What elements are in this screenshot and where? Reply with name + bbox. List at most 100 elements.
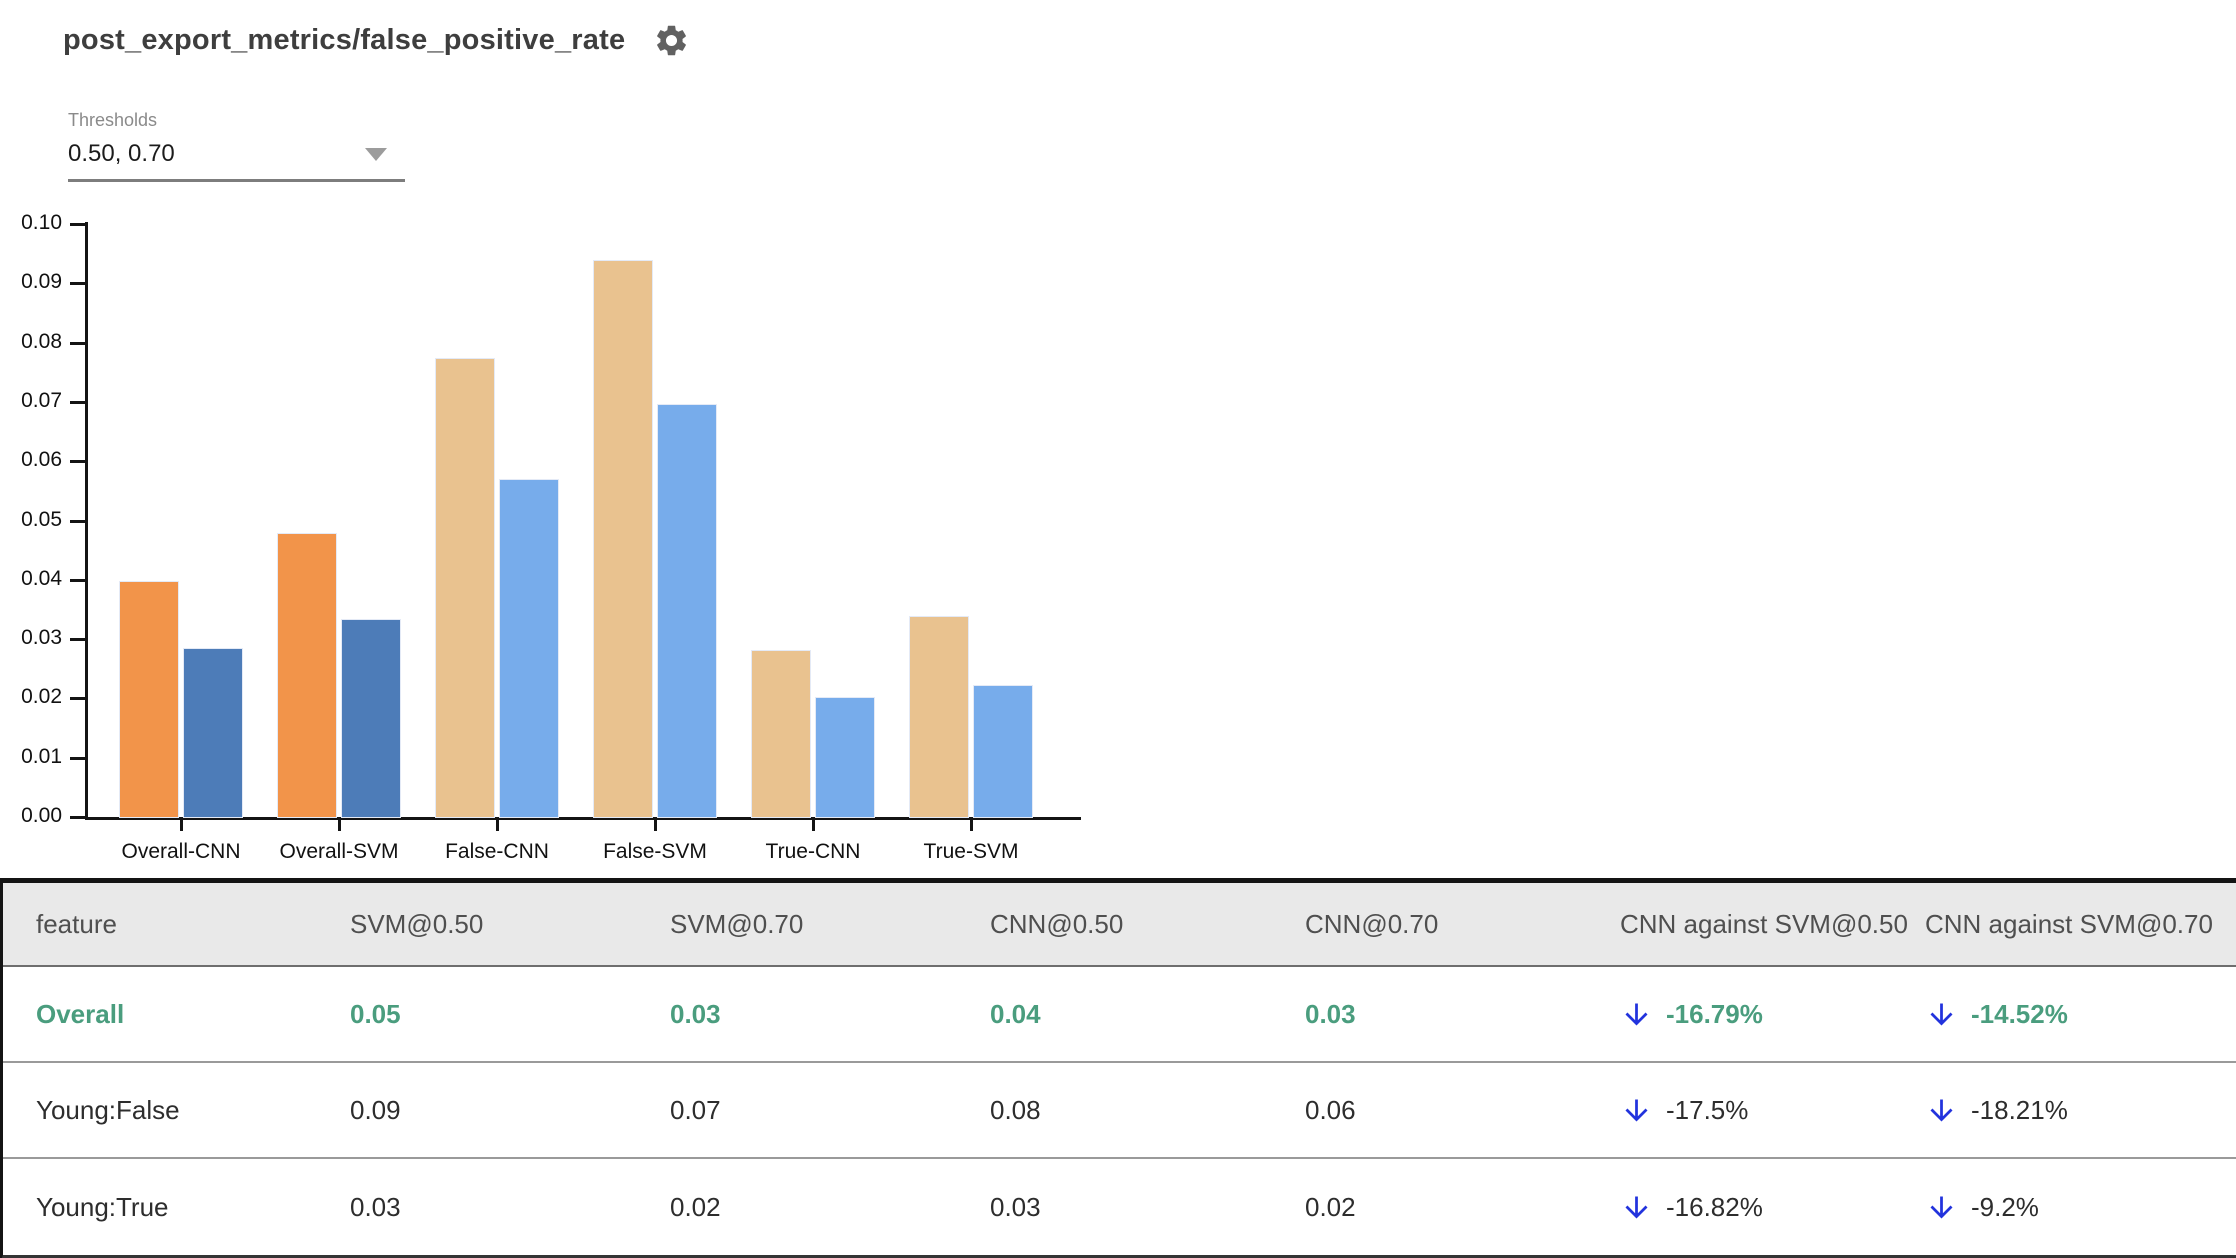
arrow-down-icon <box>1930 1003 1953 1025</box>
x-axis-tick <box>654 820 657 831</box>
comparison-value: -16.79% <box>1666 998 1763 1029</box>
x-axis-label-False-SVM: False-SVM <box>603 840 707 863</box>
column-header-cnn-070: CNN@0.70 <box>1305 908 1439 939</box>
x-axis-label-Overall-SVM: Overall-SVM <box>279 840 399 863</box>
arrow-down-icon <box>1930 1196 1953 1218</box>
feature-cell: Overall <box>36 998 125 1029</box>
y-axis-tick <box>70 519 85 523</box>
column-header-feature: feature <box>36 908 117 939</box>
comparison-value: -18.21% <box>1971 1094 2068 1125</box>
comparison-cell: -16.79% <box>1620 967 1925 1061</box>
y-axis-line <box>85 222 88 820</box>
bar-True-SVM-threshold-0.70[interactable] <box>973 684 1033 818</box>
table-row-Overall[interactable]: Overall 0.05 0.03 0.04 0.03 -16.79% -14.52% <box>3 967 2236 1063</box>
page-title: post_export_metrics/false_positive_rate <box>63 24 626 56</box>
fairness-metrics-widget: post_export_metrics/false_positive_rate … <box>0 0 2236 1258</box>
y-axis-tick <box>70 400 85 404</box>
comparison-cell: -9.2% <box>1925 1159 2236 1255</box>
metric-value-cell: 0.06 <box>1305 1094 1356 1125</box>
column-header-cnn-050: CNN@0.50 <box>990 908 1124 939</box>
x-axis-tick <box>812 820 815 831</box>
column-header-svm-070: SVM@0.70 <box>670 908 804 939</box>
dropdown-underline <box>68 179 405 182</box>
chevron-down-icon <box>365 147 387 161</box>
comparison-cell: -17.5% <box>1620 1063 1925 1157</box>
y-axis-tick-label: 0.09 <box>21 270 62 294</box>
x-axis-label-True-SVM: True-SVM <box>923 840 1019 863</box>
x-axis-tick <box>180 820 183 831</box>
comparison-value: -17.5% <box>1666 1094 1749 1125</box>
thresholds-dropdown[interactable]: Thresholds 0.50, 0.70 <box>68 110 405 182</box>
x-axis-label-False-CNN: False-CNN <box>445 840 549 863</box>
y-axis-tick-label: 0.02 <box>21 685 62 709</box>
y-axis-tick <box>70 816 85 819</box>
y-axis-tick-label: 0.05 <box>21 507 62 531</box>
table-header-row: feature SVM@0.50 SVM@0.70 CNN@0.50 CNN@0… <box>3 883 2236 967</box>
table-row-Young:False[interactable]: Young:False 0.09 0.07 0.08 0.06 -17.5% -18.21% <box>3 1063 2236 1159</box>
settings-gear-icon[interactable] <box>653 22 690 59</box>
thresholds-label: Thresholds <box>68 110 158 130</box>
metric-value-cell: 0.03 <box>1305 998 1356 1029</box>
y-axis-tick <box>70 756 85 760</box>
arrow-down-icon <box>1625 1003 1648 1025</box>
bar-Overall-CNN-threshold-0.50[interactable] <box>119 580 179 818</box>
metric-value-cell: 0.02 <box>670 1191 721 1222</box>
y-axis-tick-label: 0.07 <box>21 388 62 412</box>
bar-False-CNN-threshold-0.50[interactable] <box>435 357 495 818</box>
metric-value-cell: 0.03 <box>990 1191 1041 1222</box>
arrow-down-icon <box>1625 1099 1648 1121</box>
metric-value-cell: 0.04 <box>990 998 1041 1029</box>
y-axis-tick <box>70 638 85 642</box>
table-row-Young:True[interactable]: Young:True 0.03 0.02 0.03 0.02 -16.82% -9.2% <box>3 1159 2236 1255</box>
x-axis-line <box>85 817 1081 820</box>
metric-value-cell: 0.07 <box>670 1094 721 1125</box>
bar-False-SVM-threshold-0.70[interactable] <box>657 403 717 818</box>
thresholds-selected-value: 0.50, 0.70 <box>68 140 175 167</box>
y-axis-tick <box>70 578 85 582</box>
bar-Overall-SVM-threshold-0.70[interactable] <box>341 619 401 818</box>
bar-True-CNN-threshold-0.70[interactable] <box>815 696 875 818</box>
metric-value-cell: 0.09 <box>350 1094 401 1125</box>
bar-True-CNN-threshold-0.50[interactable] <box>751 649 811 818</box>
comparison-value: -14.52% <box>1971 998 2068 1029</box>
metric-value-cell: 0.08 <box>990 1094 1041 1125</box>
metric-value-cell: 0.05 <box>350 998 401 1029</box>
y-axis-tick-label: 0.08 <box>21 329 62 353</box>
column-header-cnn-vs-svm-070: CNN against SVM@0.70 <box>1925 908 2213 939</box>
arrow-down-icon <box>1930 1099 1953 1121</box>
column-header-cnn-vs-svm-050: CNN against SVM@0.50 <box>1620 908 1908 939</box>
bar-False-CNN-threshold-0.70[interactable] <box>499 479 559 818</box>
comparison-value: -16.82% <box>1666 1191 1763 1222</box>
y-axis-tick <box>70 341 85 345</box>
y-axis-tick <box>70 282 85 286</box>
arrow-down-icon <box>1625 1196 1648 1218</box>
x-axis-tick <box>338 820 341 831</box>
y-axis-tick <box>70 697 85 701</box>
bar-False-SVM-threshold-0.50[interactable] <box>593 259 653 818</box>
metric-value-cell: 0.03 <box>350 1191 401 1222</box>
y-axis-tick-label: 0.06 <box>21 448 62 472</box>
y-axis-tick-label: 0.04 <box>21 566 62 590</box>
feature-cell: Young:False <box>36 1094 180 1125</box>
feature-cell: Young:True <box>36 1191 169 1222</box>
metric-value-cell: 0.02 <box>1305 1191 1356 1222</box>
y-axis-tick-label: 0.01 <box>21 744 62 768</box>
y-axis-tick-label: 0.00 <box>21 804 62 827</box>
y-axis-tick-label: 0.10 <box>21 211 62 234</box>
metrics-table: feature SVM@0.50 SVM@0.70 CNN@0.50 CNN@0… <box>0 878 2236 1258</box>
bar-Overall-SVM-threshold-0.50[interactable] <box>277 533 337 818</box>
comparison-cell: -16.82% <box>1620 1159 1925 1255</box>
bar-Overall-CNN-threshold-0.70[interactable] <box>183 648 243 818</box>
x-axis-tick <box>496 820 499 831</box>
comparison-value: -9.2% <box>1971 1191 2039 1222</box>
widget-titlebar: post_export_metrics/false_positive_rate <box>63 22 690 59</box>
x-axis-label-True-CNN: True-CNN <box>765 840 861 863</box>
bar-True-SVM-threshold-0.50[interactable] <box>909 616 969 818</box>
metric-value-cell: 0.03 <box>670 998 721 1029</box>
comparison-cell: -18.21% <box>1925 1063 2236 1157</box>
y-axis-tick-label: 0.03 <box>21 626 62 650</box>
y-axis-tick <box>70 460 85 464</box>
false-positive-rate-bar-chart: 0.00 0.01 0.02 0.03 0.04 0.05 0.06 0.07 0.08 0.09… <box>0 200 1150 870</box>
y-axis-tick <box>70 223 85 226</box>
comparison-cell: -14.52% <box>1925 967 2236 1061</box>
